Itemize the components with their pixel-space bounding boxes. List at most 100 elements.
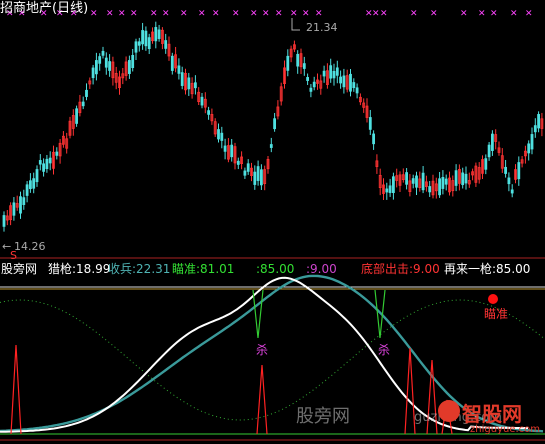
candle-body: [98, 56, 102, 64]
candle-body: [388, 185, 392, 193]
candle-body: [22, 197, 26, 205]
candle-body: [269, 144, 273, 148]
candle-body: [256, 166, 260, 181]
top-marker-x-icon: ✕: [510, 9, 518, 19]
top-marker-x-icon: ✕: [162, 9, 170, 19]
candle-body: [296, 53, 300, 67]
candle-body: [32, 178, 36, 189]
legend-item-1: 收兵:22.31: [108, 262, 171, 276]
candle-body: [372, 133, 376, 145]
candle-body: [104, 57, 108, 68]
watermark-site: 股旁网: [296, 406, 350, 427]
candle-body: [38, 160, 42, 165]
candle-body: [411, 178, 415, 184]
candle-body: [342, 75, 346, 88]
candle-body: [101, 50, 105, 56]
top-marker-x-icon: ✕: [232, 9, 240, 19]
top-marker-x-icon: ✕: [290, 9, 298, 19]
low-price-label: 14.26: [14, 240, 46, 253]
candle-body: [507, 177, 511, 185]
candle-body: [55, 151, 59, 156]
indicator-name: 股旁网: [1, 262, 38, 276]
candle-body: [187, 77, 191, 90]
candle-body: [157, 29, 161, 39]
candle-body: [286, 55, 290, 71]
candle-body: [309, 87, 313, 92]
watermark-brand-url: zhiguyue.com: [470, 424, 540, 435]
legend-item-6: 再来一枪:85.00: [444, 262, 531, 276]
legend-item-2: 瞄准:81.01: [172, 262, 235, 276]
candle-body: [220, 132, 224, 141]
top-marker-x-icon: ✕: [262, 9, 270, 19]
candle-body: [25, 184, 29, 196]
candle-body: [42, 163, 45, 172]
brand-logo-icon: [438, 400, 460, 422]
candle-body: [312, 81, 316, 88]
candle-body: [355, 87, 359, 94]
chart-title: 招商地产(日线): [0, 1, 89, 16]
candle-body: [19, 196, 22, 214]
red-spike: [10, 344, 22, 435]
candle-body: [490, 133, 494, 151]
stock-chart-canvas[interactable]: ✕ ✕ ✕ ✕ ✕ ✕ ✕ ✕ ✕ ✕ ✕ ✕ ✕ ✕ ✕ ✕ ✕ ✕ ✕ ✕ ✕ ✕ ✕ ✕ ✕ ✕ ✕ ✕ ✕ ✕ ✕ 21.34 ← …: [0, 0, 545, 444]
kill-signal-label-2: 杀: [378, 342, 390, 357]
candle-body: [246, 163, 250, 172]
top-marker-x-icon: ✕: [478, 9, 486, 19]
candle-body: [415, 175, 418, 188]
top-marker-x-icon: ✕: [118, 9, 126, 19]
top-marker-x-icon: ✕: [275, 9, 283, 19]
candle-body: [349, 73, 352, 92]
red-spike: [256, 364, 268, 435]
top-marker-x-icon: ✕: [430, 9, 438, 19]
candle-body: [137, 41, 141, 46]
candle-body: [273, 118, 277, 130]
candle-body: [230, 144, 234, 158]
candle-body: [438, 178, 442, 196]
candle-body: [253, 171, 257, 185]
candle-body: [28, 180, 32, 190]
candle-body: [329, 65, 333, 79]
legend-item-5: 底部出击:9.00: [361, 262, 440, 276]
candle-body: [461, 172, 465, 186]
top-marker-x-icon: ✕: [372, 9, 380, 19]
top-marker-x-icon: ✕: [490, 9, 498, 19]
candle-body: [441, 177, 445, 189]
candle-body: [217, 129, 220, 140]
candle-body: [236, 160, 240, 165]
candle-body: [322, 70, 326, 77]
candle-body: [75, 108, 78, 124]
candle-body: [2, 215, 6, 227]
candle-body: [147, 37, 151, 50]
candle-body: [131, 54, 135, 69]
high-pointer-line: [291, 18, 300, 31]
candle-body: [45, 158, 49, 170]
candle-body: [35, 169, 39, 183]
candle-body: [368, 117, 372, 130]
candlestick-series: [2, 21, 544, 232]
candle-body: [306, 77, 310, 81]
candle-body: [517, 162, 521, 180]
candle-body: [405, 172, 409, 185]
top-marker-x-icon: ✕: [212, 9, 220, 19]
candle-body: [91, 67, 95, 79]
legend-item-4: :9.00: [306, 262, 337, 276]
candle-body: [332, 70, 336, 79]
candle-body: [170, 55, 174, 71]
candle-body: [484, 158, 488, 170]
top-marker-x-icon: ✕: [106, 9, 114, 19]
candle-body: [164, 40, 168, 49]
candle-body: [428, 186, 432, 193]
legend-item-3: :85.00: [256, 262, 295, 276]
candle-body: [421, 172, 425, 191]
candle-body: [207, 110, 211, 115]
kill-signal-label-1: 杀: [256, 342, 268, 357]
top-marker-x-icon: ✕: [180, 9, 188, 19]
high-price-label: 21.34: [306, 21, 338, 34]
top-marker-x-icon: ✕: [302, 9, 310, 19]
top-marker-x-icon: ✕: [525, 9, 533, 19]
candle-body: [335, 67, 339, 76]
candle-body: [12, 202, 16, 216]
top-marker-x-icon: ✕: [90, 9, 98, 19]
top-marker-x-icon: ✕: [130, 9, 138, 19]
aim-dot-icon: [488, 294, 498, 304]
